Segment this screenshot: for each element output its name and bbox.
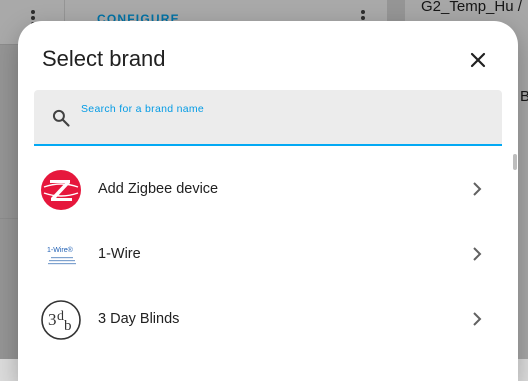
chevron-right-icon <box>473 247 482 261</box>
chevron-right-icon <box>473 182 482 196</box>
svg-text:1-Wire®: 1-Wire® <box>47 246 74 254</box>
list-item-add-zigbee[interactable]: Add Zigbee device <box>18 157 518 222</box>
brand-list: Add Zigbee device 1-Wire® 1-Wire 3 d b 3… <box>18 157 518 352</box>
search-field[interactable]: Search for a brand name <box>34 90 502 146</box>
svg-text:b: b <box>64 318 72 334</box>
list-item-1-wire[interactable]: 1-Wire® 1-Wire <box>18 222 518 287</box>
3-day-blinds-logo-icon: 3 d b <box>41 300 81 340</box>
select-brand-dialog: Select brand Search for a brand name Add… <box>18 21 518 381</box>
dialog-title: Select brand <box>42 46 166 71</box>
svg-text:3: 3 <box>48 310 57 329</box>
list-item-label: 1-Wire <box>98 246 141 262</box>
chevron-right-icon <box>473 312 482 326</box>
svg-text:d: d <box>57 309 64 324</box>
1-wire-logo-icon: 1-Wire® <box>47 246 76 265</box>
search-input[interactable] <box>80 90 490 144</box>
close-button[interactable] <box>464 46 492 74</box>
close-icon <box>470 52 486 68</box>
zigbee-logo-icon <box>41 170 81 210</box>
search-icon <box>52 109 70 127</box>
list-item-label: 3 Day Blinds <box>98 311 180 327</box>
list-item-label: Add Zigbee device <box>98 181 219 197</box>
list-item-3-day-blinds[interactable]: 3 d b 3 Day Blinds <box>18 287 518 352</box>
